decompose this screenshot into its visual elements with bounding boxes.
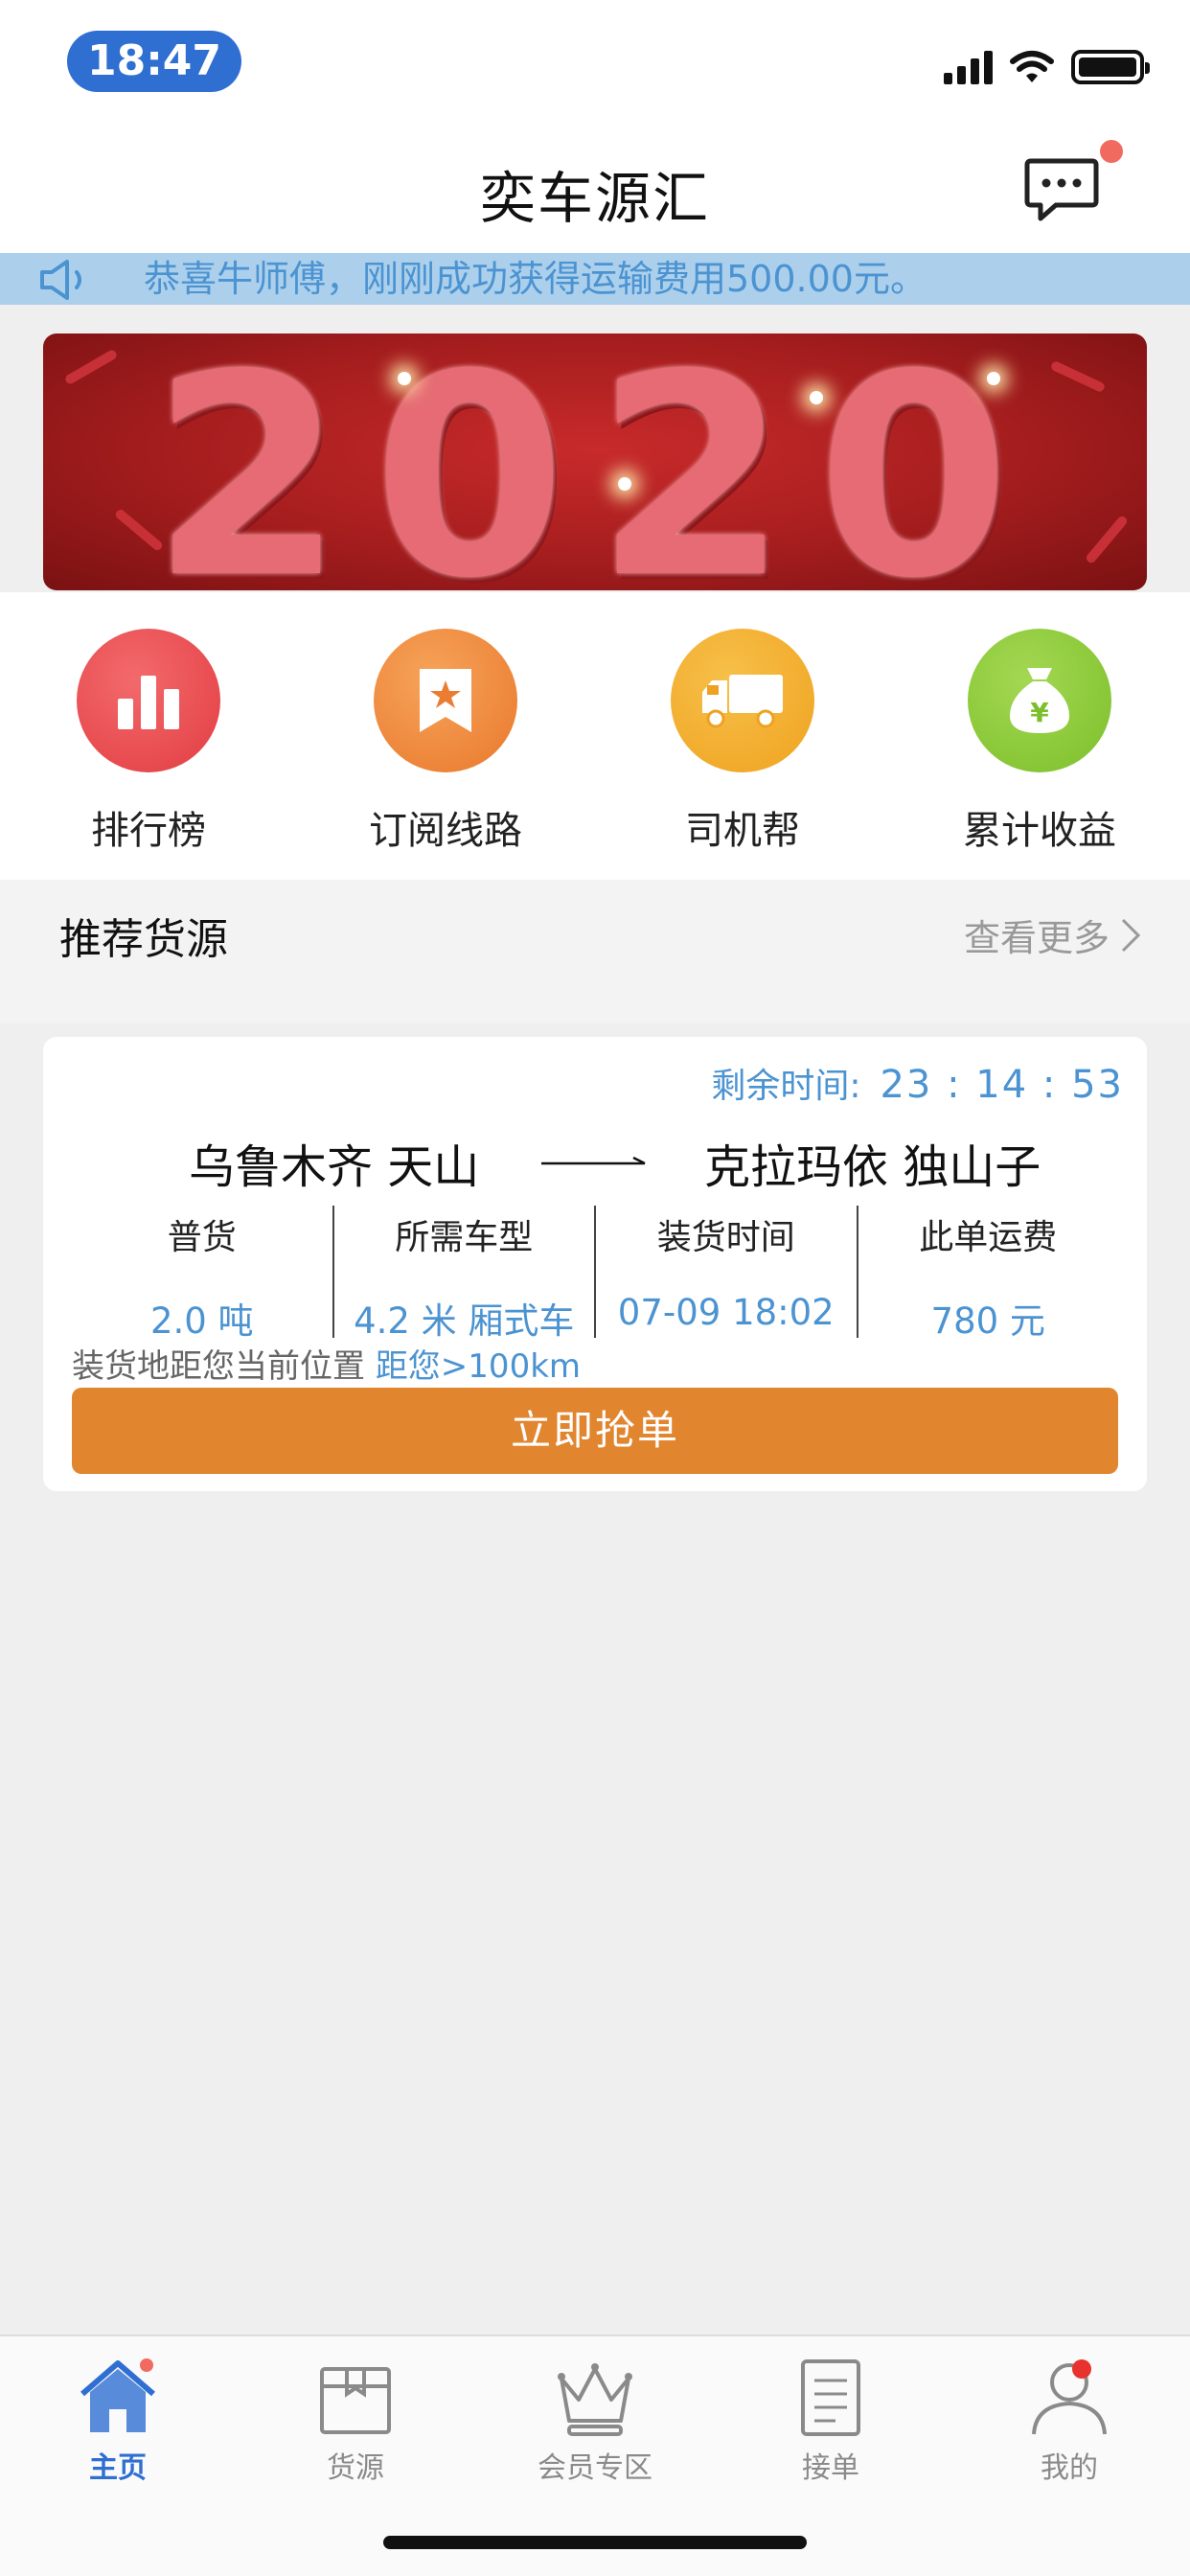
tab-orders[interactable]: 接单 <box>744 2354 917 2486</box>
tab-profile[interactable]: 我的 <box>983 2354 1156 2486</box>
detail-cargo-type: 普货 2.0 吨 <box>72 1206 332 1342</box>
countdown-value: 23 : 14 : 53 <box>880 1063 1124 1107</box>
route-arrow-icon <box>541 1156 646 1165</box>
notice-bar[interactable]: 恭喜牛师傅，刚刚成功获得运输费用500.00元。 <box>0 253 1190 305</box>
route-origin: 乌鲁木齐 天山 <box>189 1140 480 1194</box>
status-time: 18:47 <box>67 31 241 92</box>
distance-value: 距您>100km <box>375 1347 582 1386</box>
message-icon[interactable] <box>1023 155 1100 224</box>
detail-value: 4.2 米 厢式车 <box>354 1300 575 1342</box>
detail-label: 此单运费 <box>919 1218 1058 1257</box>
user-icon <box>1026 2354 1112 2440</box>
cellular-signal-icon <box>944 50 993 84</box>
bookmark-star-icon <box>374 629 517 772</box>
detail-label: 装货时间 <box>656 1218 795 1257</box>
detail-value: 780 元 <box>930 1300 1045 1342</box>
tab-label: 会员专区 <box>538 2451 652 2485</box>
tab-label: 主页 <box>89 2451 147 2485</box>
detail-value: 07-09 18:02 <box>617 1292 835 1333</box>
detail-vehicle-type: 所需车型 4.2 米 厢式车 <box>332 1206 595 1342</box>
detail-value: 2.0 吨 <box>149 1300 254 1342</box>
quick-menu-driver-help[interactable]: 司机帮 <box>647 629 838 855</box>
route: 乌鲁木齐 天山 克拉玛依 独山子 <box>43 1129 1147 1196</box>
promo-banner[interactable]: 2020 <box>43 334 1147 590</box>
detail-loading-time: 装货时间 07-09 18:02 <box>594 1206 857 1338</box>
countdown: 剩余时间: 23 : 14 : 53 <box>711 1058 1124 1108</box>
banner-text: 2020 <box>150 334 1040 590</box>
money-bag-icon: ¥ <box>968 629 1111 772</box>
bar-chart-icon <box>77 629 220 772</box>
quick-menu-ranking[interactable]: 排行榜 <box>53 629 244 855</box>
cargo-details: 普货 2.0 吨 所需车型 4.2 米 厢式车 装货时间 07-09 18:02… <box>72 1206 1119 1342</box>
svg-text:¥: ¥ <box>1030 697 1049 728</box>
tab-cargo[interactable]: 货源 <box>269 2354 442 2486</box>
speaker-icon <box>40 260 81 300</box>
document-icon <box>788 2354 874 2440</box>
distance-info: 装货地距您当前位置 距您>100km <box>72 1340 581 1387</box>
see-more-link[interactable]: 查看更多 <box>964 908 1142 961</box>
unread-badge <box>1100 140 1123 163</box>
section-title: 推荐货源 <box>59 915 228 964</box>
home-icon <box>75 2354 161 2440</box>
tab-label: 接单 <box>802 2451 859 2485</box>
page-title: 奕车源汇 <box>479 166 710 231</box>
distance-label: 装货地距您当前位置 <box>72 1347 365 1386</box>
cargo-card[interactable]: 剩余时间: 23 : 14 : 53 乌鲁木齐 天山 克拉玛依 独山子 普货 2.… <box>43 1037 1147 1491</box>
nav-bar: 奕车源汇 <box>0 119 1190 255</box>
route-destination: 克拉玛依 独山子 <box>704 1140 1041 1194</box>
truck-icon <box>671 629 814 772</box>
notice-text: 恭喜牛师傅，刚刚成功获得运输费用500.00元。 <box>144 258 927 300</box>
detail-label: 普货 <box>167 1218 237 1257</box>
tab-label: 我的 <box>1041 2451 1098 2485</box>
section-header: 推荐货源 查看更多 <box>0 880 1190 1024</box>
quick-menu: 排行榜 订阅线路 司机帮 ¥ 累计收益 <box>0 592 1190 880</box>
crown-icon <box>552 2354 638 2440</box>
chevron-right-icon <box>1121 918 1141 952</box>
quick-menu-label: 订阅线路 <box>369 809 522 853</box>
battery-icon <box>1071 50 1150 84</box>
quick-menu-label: 司机帮 <box>685 809 800 853</box>
countdown-label: 剩余时间: <box>711 1067 861 1106</box>
quick-menu-subscribe-routes[interactable]: 订阅线路 <box>350 629 541 855</box>
home-indicator <box>383 2536 807 2549</box>
detail-label: 所需车型 <box>395 1218 534 1257</box>
see-more-label: 查看更多 <box>963 917 1110 959</box>
tab-membership[interactable]: 会员专区 <box>509 2354 681 2486</box>
status-icons <box>944 48 1150 86</box>
quick-menu-label: 排行榜 <box>91 809 206 853</box>
tab-home[interactable]: 主页 <box>32 2354 204 2486</box>
tab-label: 货源 <box>327 2451 384 2485</box>
grab-order-button[interactable]: 立即抢单 <box>72 1388 1118 1474</box>
quick-menu-label: 累计收益 <box>963 809 1116 853</box>
status-bar: 18:47 <box>0 0 1190 119</box>
wifi-icon <box>1010 51 1054 82</box>
detail-freight-fee: 此单运费 780 元 <box>856 1206 1119 1342</box>
cargo-box-icon <box>312 2354 399 2440</box>
quick-menu-earnings[interactable]: ¥ 累计收益 <box>944 629 1135 855</box>
